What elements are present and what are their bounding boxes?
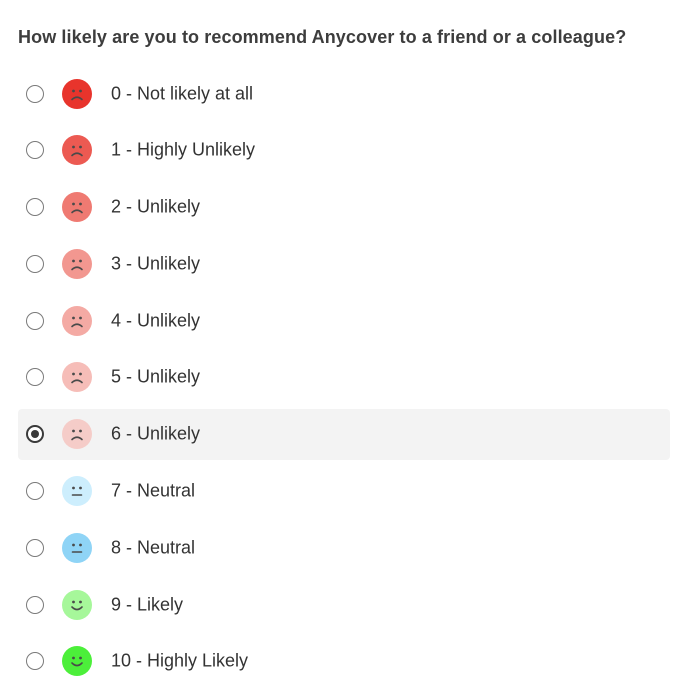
radio-button[interactable]: [26, 84, 44, 103]
rating-option-9[interactable]: 9 - Likely: [18, 579, 670, 630]
neutral-face-icon: [62, 532, 92, 563]
rating-option-1[interactable]: 1 - Highly Unlikely: [18, 125, 670, 176]
sad-face-icon: [62, 305, 92, 336]
radio-button[interactable]: [26, 198, 44, 217]
option-label: 4 - Unlikely: [111, 310, 201, 331]
option-label: 10 - Highly Likely: [111, 650, 249, 671]
radio-button[interactable]: [26, 595, 44, 614]
option-label: 3 - Unlikely: [111, 253, 201, 274]
option-label: 6 - Unlikely: [111, 423, 201, 444]
option-label: 7 - Neutral: [111, 480, 196, 501]
sad-face-icon: [62, 78, 92, 109]
rating-options: 0 - Not likely at all 1 - Highly Unlikely…: [18, 68, 670, 693]
sad-face-icon: [62, 419, 92, 450]
radio-button[interactable]: [26, 311, 44, 330]
option-label: 8 - Neutral: [111, 537, 196, 558]
sad-face-icon: [62, 248, 92, 279]
smile-face-icon: [62, 589, 92, 620]
radio-button[interactable]: [26, 141, 44, 160]
smile-face-icon: [62, 646, 92, 677]
sad-face-icon: [62, 362, 92, 393]
sad-face-icon: [62, 135, 92, 166]
radio-button[interactable]: [26, 254, 44, 273]
neutral-face-icon: [62, 476, 92, 507]
option-label: 9 - Likely: [111, 594, 184, 615]
survey-question: How likely are you to recommend Anycover…: [18, 27, 627, 47]
option-label: 0 - Not likely at all: [111, 83, 254, 103]
radio-button[interactable]: [26, 368, 44, 387]
rating-option-2[interactable]: 2 - Unlikely: [18, 182, 670, 233]
rating-option-7[interactable]: 7 - Neutral: [18, 466, 670, 517]
radio-button[interactable]: [26, 482, 44, 501]
option-label: 1 - Highly Unlikely: [111, 139, 256, 160]
option-label: 5 - Unlikely: [111, 366, 201, 387]
radio-button[interactable]: [26, 425, 44, 444]
rating-option-8[interactable]: 8 - Neutral: [18, 522, 670, 573]
rating-option-6[interactable]: 6 - Unlikely: [18, 408, 670, 460]
rating-option-10[interactable]: 10 - Highly Likely: [18, 636, 670, 687]
radio-button[interactable]: [26, 652, 44, 671]
option-label: 2 - Unlikely: [111, 196, 201, 217]
rating-option-3[interactable]: 3 - Unlikely: [18, 238, 670, 289]
radio-button[interactable]: [26, 538, 44, 557]
rating-option-0[interactable]: 0 - Not likely at all: [18, 68, 670, 119]
rating-option-5[interactable]: 5 - Unlikely: [18, 352, 670, 403]
rating-option-4[interactable]: 4 - Unlikely: [18, 295, 670, 346]
sad-face-icon: [62, 192, 92, 223]
